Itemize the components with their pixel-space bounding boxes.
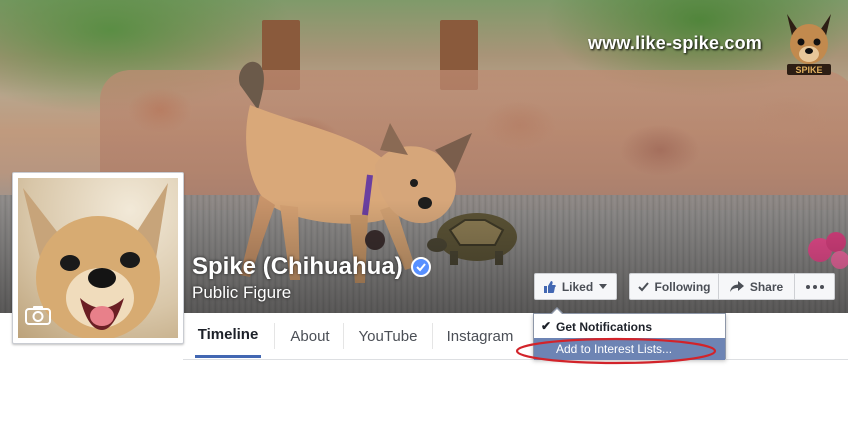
- tab-timeline[interactable]: Timeline: [195, 314, 261, 358]
- camera-icon[interactable]: [25, 305, 51, 325]
- tab-divider: [432, 323, 433, 349]
- following-button[interactable]: Following: [629, 273, 719, 300]
- more-dots-icon: [805, 284, 824, 289]
- following-label: Following: [654, 279, 711, 294]
- verified-badge-icon: [410, 257, 431, 277]
- menu-item-add-to-interest-lists[interactable]: Add to Interest Lists...: [534, 338, 725, 360]
- tab-divider: [274, 323, 275, 349]
- page-name: Spike (Chihuahua): [192, 253, 403, 280]
- tab-divider: [343, 323, 344, 349]
- liked-label: Liked: [561, 279, 594, 294]
- checkmark-icon: ✔: [541, 319, 552, 333]
- share-button[interactable]: Share: [718, 273, 795, 300]
- tab-instagram[interactable]: Instagram: [439, 314, 521, 358]
- spike-logo: SPIKE: [787, 14, 831, 75]
- share-label: Share: [749, 279, 784, 294]
- more-options-button[interactable]: [794, 273, 835, 300]
- menu-pointer-inner: [551, 309, 563, 315]
- page-category: Public Figure: [192, 283, 292, 302]
- tab-about[interactable]: About: [280, 314, 340, 358]
- page-tabs: Timeline About YouTube Instagram: [183, 314, 848, 360]
- chevron-down-icon: [599, 284, 608, 289]
- menu-item-get-notifications[interactable]: ✔ Get Notifications: [534, 316, 725, 338]
- profile-picture[interactable]: [12, 172, 184, 344]
- logo-text: SPIKE: [795, 65, 822, 75]
- website-watermark: www.like-spike.com: [588, 33, 762, 53]
- liked-button[interactable]: Liked: [534, 273, 617, 300]
- tab-youtube[interactable]: YouTube: [349, 314, 427, 358]
- menu-item-label: Get Notifications: [556, 320, 653, 334]
- liked-dropdown-menu: ✔ Get Notifications Add to Interest List…: [533, 307, 726, 360]
- page-title: Spike (Chihuahua): [192, 253, 431, 281]
- menu-item-label: Add to Interest Lists...: [556, 342, 673, 356]
- checkmark-icon: [637, 281, 649, 291]
- content-area: [0, 360, 848, 433]
- share-arrow-icon: [729, 281, 744, 292]
- thumbs-up-icon: [543, 280, 556, 293]
